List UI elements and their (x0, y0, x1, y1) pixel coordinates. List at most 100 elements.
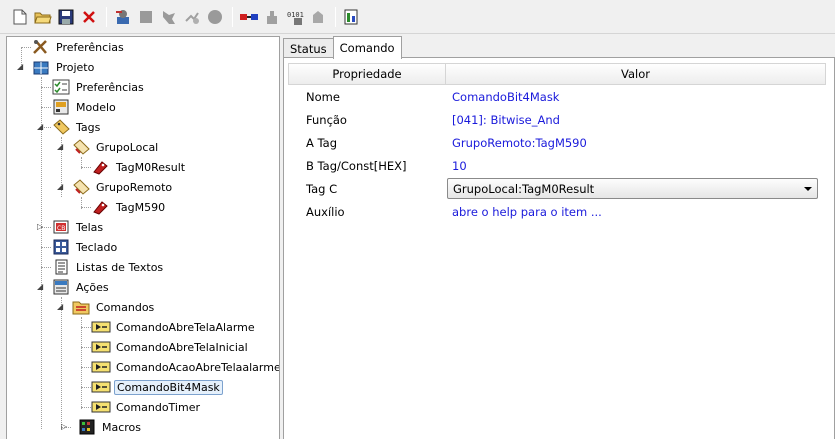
tree-item-teclado[interactable]: Teclado (51, 237, 119, 257)
tool-i-icon[interactable] (342, 6, 362, 28)
property-grid: Propriedade Valor Nome ComandoBit4Mask F… (288, 63, 826, 223)
tree-item-listas-textos[interactable]: Listas de Textos (51, 257, 165, 277)
tag-c-dropdown[interactable]: GrupoLocal:TagM0Result (447, 178, 818, 199)
tools-icon (31, 38, 51, 56)
tree-item-macros[interactable]: Macros (77, 417, 143, 437)
tool-h-icon[interactable] (308, 6, 328, 28)
tree-item-grupo-remoto[interactable]: GrupoRemoto (71, 177, 174, 197)
tree-item-tag-m590[interactable]: TagM590 (91, 197, 167, 217)
tree-item-label: TagM0Result (116, 160, 186, 174)
connect-icon[interactable] (239, 6, 259, 28)
tree-item-preferencias[interactable]: Preferências (51, 77, 146, 97)
toolbar-separator (335, 6, 336, 27)
tool-e-icon[interactable] (205, 6, 225, 28)
expand-icon[interactable]: ▷ (61, 422, 70, 431)
property-value[interactable]: GrupoRemoto:TagM590 (445, 136, 826, 150)
property-row-nome[interactable]: Nome ComandoBit4Mask (288, 85, 826, 108)
chevron-down-icon[interactable] (804, 186, 812, 191)
tool-a-icon[interactable] (113, 6, 133, 28)
tree-item-projeto[interactable]: Projeto (31, 57, 96, 77)
toolbar-separator (106, 6, 107, 27)
collapse-icon[interactable]: ◢ (17, 62, 26, 71)
project-icon (31, 58, 51, 76)
tree-item-grupo-local[interactable]: GrupoLocal (71, 137, 160, 157)
property-name: B Tag/Const[HEX] (306, 158, 407, 173)
tree-item-label: Projeto (56, 60, 95, 74)
tag-icon (91, 198, 111, 216)
column-header-valor[interactable]: Valor (446, 64, 825, 84)
expand-icon[interactable]: ▷ (37, 222, 46, 231)
tree-line (81, 387, 91, 388)
toolbar: 0101 (0, 0, 835, 34)
collapse-icon[interactable]: ◢ (37, 122, 46, 131)
checklist-icon (51, 78, 71, 96)
property-row-auxilio[interactable]: Auxílio abre o help para o item ... (288, 200, 826, 223)
open-folder-icon[interactable] (33, 6, 53, 28)
property-value[interactable]: ComandoBit4Mask (445, 90, 826, 104)
tab-comando[interactable]: Comando (332, 36, 402, 59)
new-document-icon[interactable] (10, 6, 30, 28)
property-row-tag-c[interactable]: Tag C GrupoLocal:TagM0Result (288, 177, 826, 200)
tree-item-label: Comandos (96, 300, 155, 314)
tree-item-label: Modelo (76, 100, 116, 114)
tree-item-tags[interactable]: Tags (51, 117, 102, 137)
tool-g-icon[interactable]: 0101 (285, 6, 305, 28)
property-value[interactable]: 10 (445, 159, 826, 173)
tab-status[interactable]: Status (283, 38, 334, 58)
tree-line (81, 167, 91, 168)
tags-icon (51, 118, 71, 136)
tree-item-preferencias-root[interactable]: Preferências (31, 37, 126, 57)
text-list-icon (51, 258, 71, 276)
property-row-funcao[interactable]: Função [041]: Bitwise_And (288, 108, 826, 131)
tree-line (81, 347, 91, 348)
tree-item-comando-abre-tela-inicial[interactable]: ComandoAbreTelaInicial (91, 337, 250, 357)
tool-b-icon[interactable] (136, 6, 156, 28)
property-value[interactable]: [041]: Bitwise_And (445, 113, 826, 127)
tree-item-acoes[interactable]: Ações (51, 277, 111, 297)
tree-item-label: GrupoLocal (96, 140, 159, 154)
keypad-icon (51, 238, 71, 256)
macros-icon (77, 418, 97, 436)
tree-line (41, 267, 51, 268)
actions-icon (51, 278, 71, 296)
tree-item-label: ComandoTimer (116, 400, 200, 414)
property-row-a-tag[interactable]: A Tag GrupoRemoto:TagM590 (288, 131, 826, 154)
tag-group-icon (71, 138, 91, 156)
collapse-icon[interactable]: ◢ (57, 182, 66, 191)
tree-line (81, 367, 91, 368)
property-value-cell: GrupoLocal:TagM0Result (445, 178, 826, 199)
tool-c-icon[interactable] (159, 6, 179, 28)
property-row-b-tag-const[interactable]: B Tag/Const[HEX] 10 (288, 154, 826, 177)
tree-item-telas[interactable]: CB Telas (51, 217, 105, 237)
delete-icon[interactable] (79, 6, 99, 28)
tree-item-comando-bit4mask[interactable]: ComandoBit4Mask (91, 377, 223, 397)
tree-line (81, 327, 91, 328)
tree-item-comando-abre-tela-alarme[interactable]: ComandoAbreTelaAlarme (91, 317, 257, 337)
tree-line (61, 297, 62, 429)
help-link[interactable]: abre o help para o item ... (445, 205, 826, 219)
save-icon[interactable] (56, 6, 76, 28)
tree-item-comando-acao-abre-telaalarme[interactable]: ComandoAcaoAbreTelaalarme (91, 357, 280, 377)
tree-item-label: ComandoAcaoAbreTelaalarme (116, 360, 280, 374)
column-header-propriedade[interactable]: Propriedade (289, 64, 446, 84)
tag-icon (91, 158, 111, 176)
tree-item-modelo[interactable]: Modelo (51, 97, 118, 117)
tree-item-comandos[interactable]: Comandos (71, 297, 156, 317)
property-name: Nome (306, 89, 340, 104)
collapse-icon[interactable]: ◢ (37, 282, 46, 291)
properties-panel: Status Comando Propriedade Valor Nome Co… (283, 36, 835, 439)
collapse-icon[interactable]: ◢ (57, 302, 66, 311)
tree-item-label: Macros (102, 420, 142, 434)
tool-d-icon[interactable] (182, 6, 202, 28)
collapse-icon[interactable]: ◢ (57, 142, 66, 151)
tree-item-tag-m0-result[interactable]: TagM0Result (91, 157, 187, 177)
command-icon (91, 398, 111, 416)
tree-item-comando-timer[interactable]: ComandoTimer (91, 397, 202, 417)
grid-header: Propriedade Valor (288, 63, 826, 85)
command-icon (91, 358, 111, 376)
tree-line (81, 207, 91, 208)
dropdown-selected-value: GrupoLocal:TagM0Result (453, 181, 595, 196)
project-tree[interactable]: ◢ ◢ ◢ ◢ ▷ ◢ ◢ ▷ Preferências Projeto Pre… (6, 36, 280, 439)
property-name: Tag C (306, 181, 338, 196)
tool-f-icon[interactable] (262, 6, 282, 28)
